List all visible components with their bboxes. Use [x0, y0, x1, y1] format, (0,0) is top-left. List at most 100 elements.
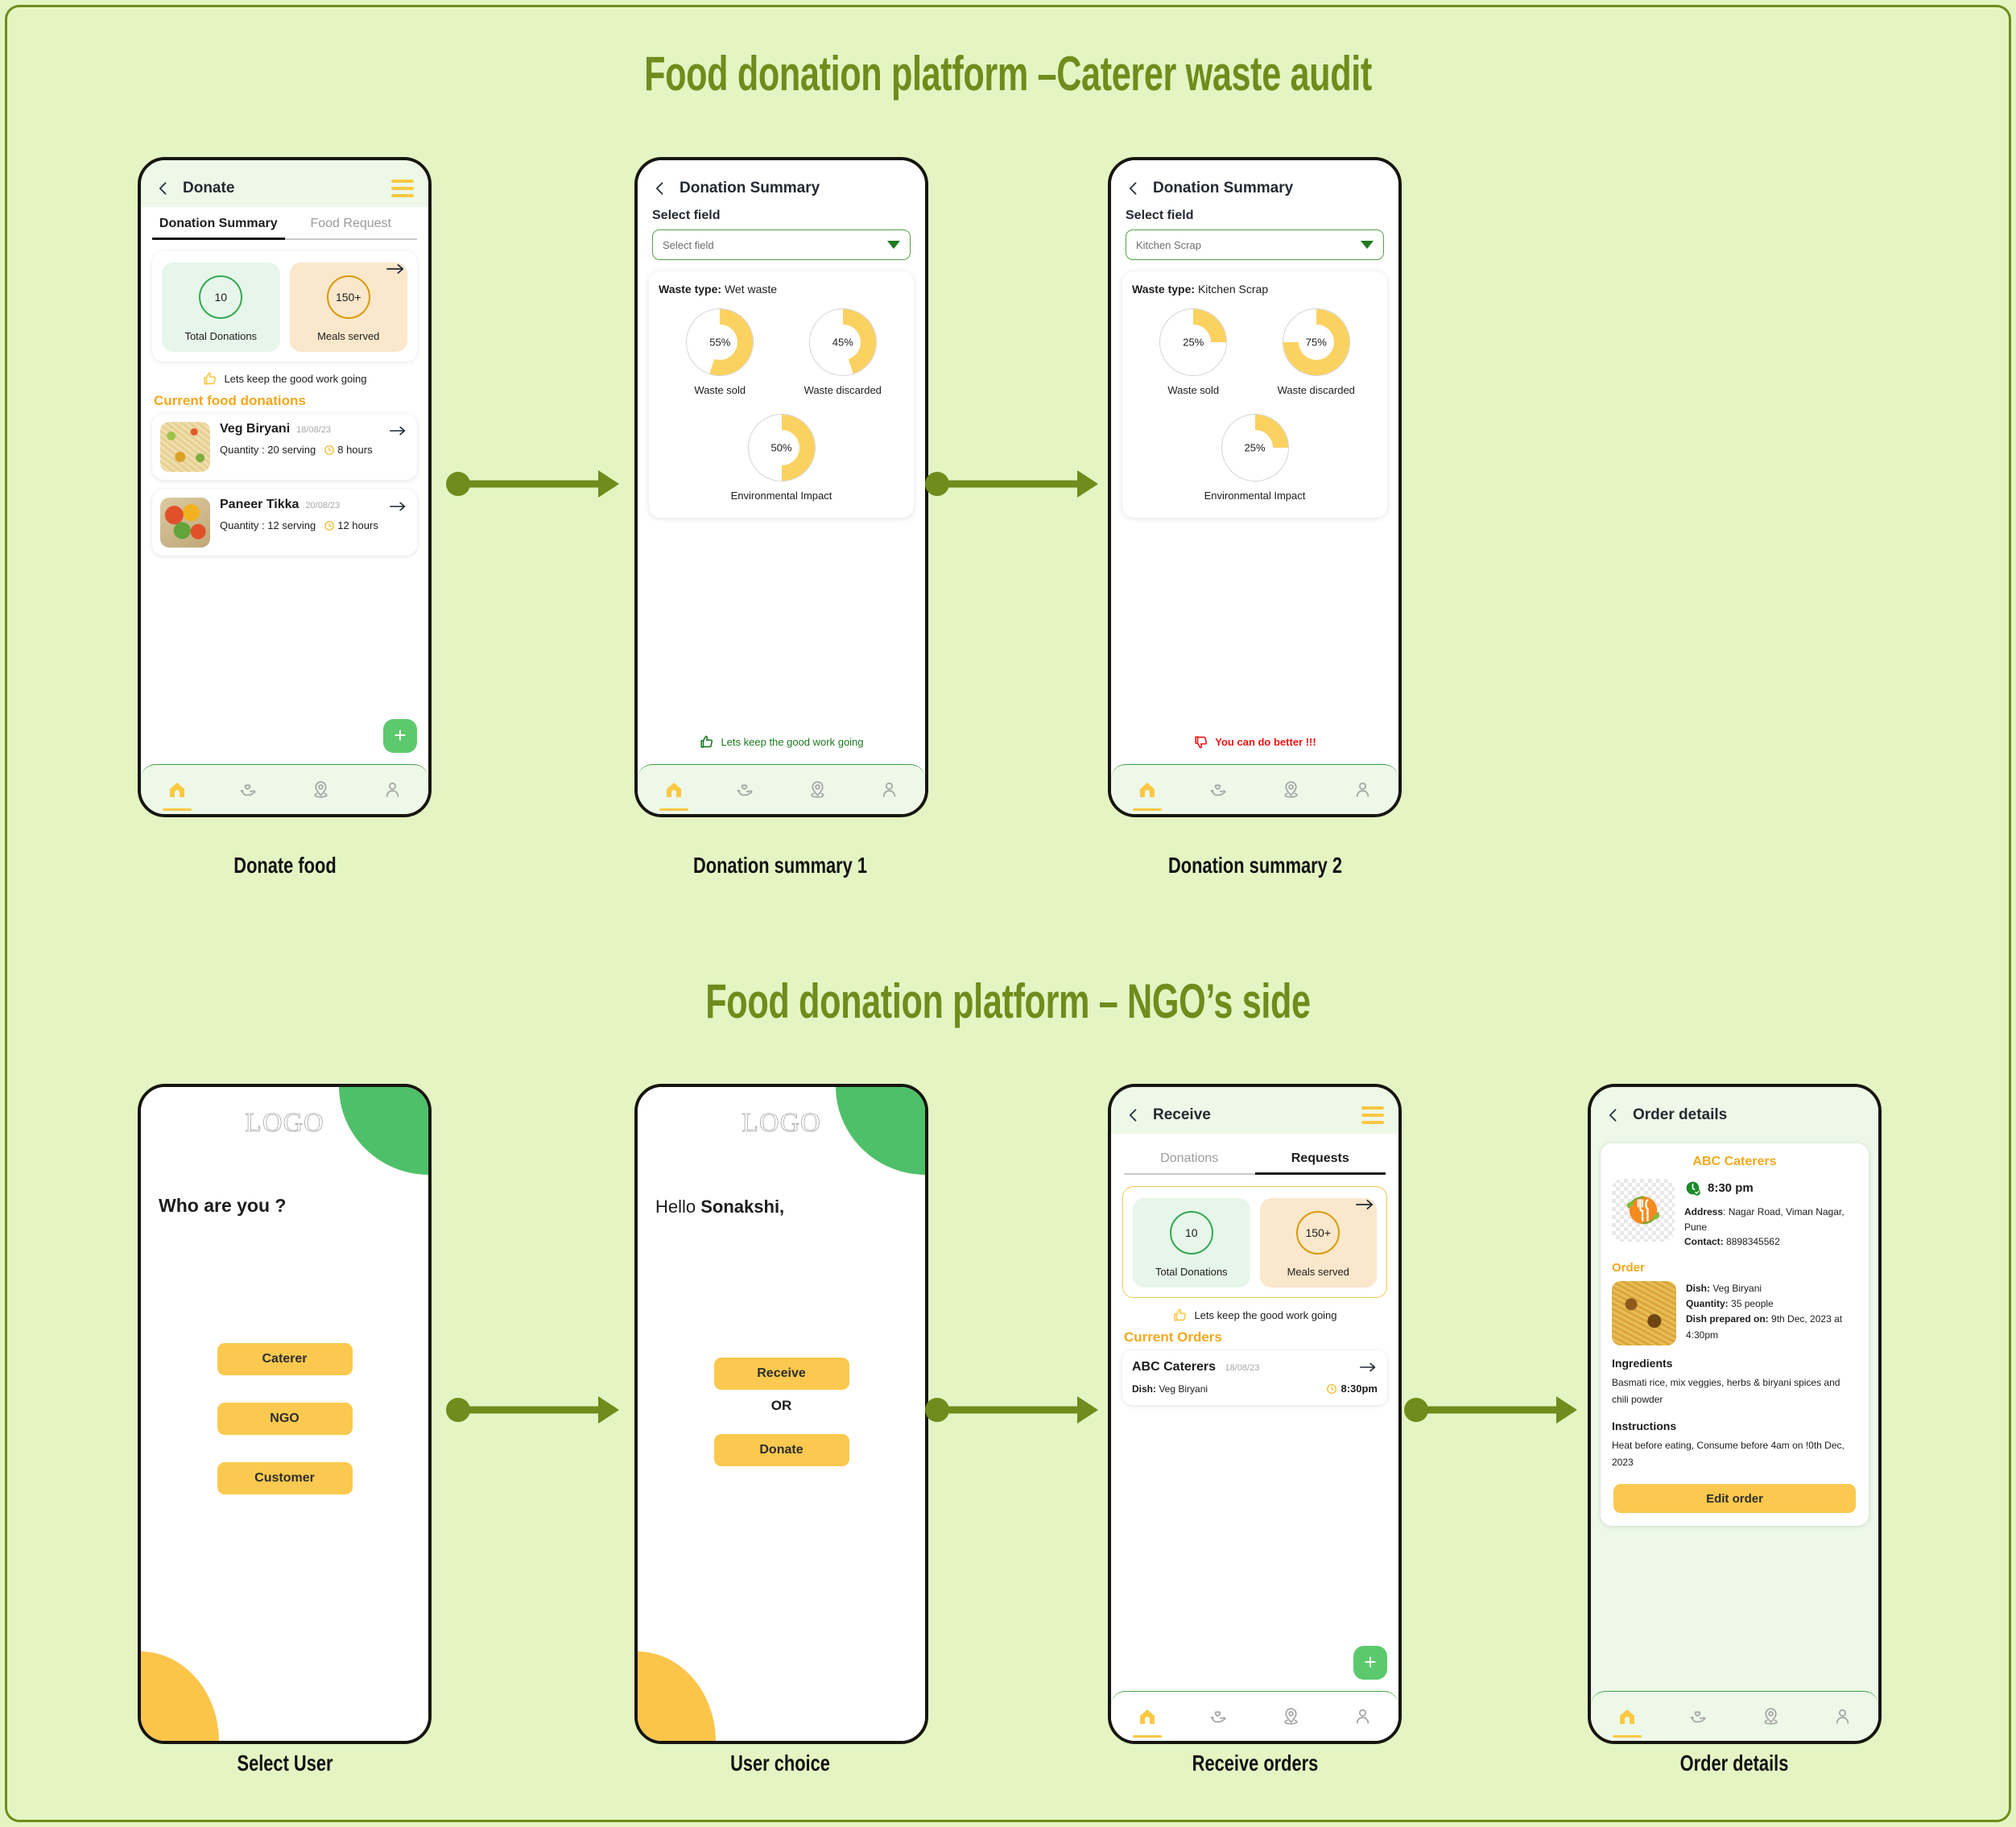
nav-home[interactable] [1131, 1703, 1163, 1738]
back-icon[interactable] [155, 180, 171, 196]
menu-icon[interactable] [1361, 1106, 1384, 1124]
nav-home[interactable] [658, 776, 690, 811]
arrow-right-icon[interactable] [386, 262, 404, 275]
list-item[interactable]: Paneer Tikka 20/08/23 Quantity : 12 serv… [152, 490, 417, 556]
order-list-item[interactable]: ABC Caterers 18/08/23 Dish: Veg Biryani … [1122, 1350, 1387, 1405]
tab-requests[interactable]: Requests [1254, 1151, 1386, 1175]
back-icon[interactable] [652, 180, 668, 196]
connector-line [1423, 1406, 1556, 1414]
donut-chart-row: 25% Waste sold 75% Waste discarded [1132, 308, 1378, 396]
donate-button[interactable]: Donate [713, 1434, 849, 1466]
hand-heart-icon [1211, 1711, 1226, 1723]
chart-waste-sold: 55% Waste sold [659, 308, 782, 396]
nav-home[interactable] [161, 776, 193, 811]
page-title: Order details [1633, 1106, 1728, 1123]
order-time: 8:30pm [1326, 1383, 1378, 1395]
logo: LOGO [245, 1108, 324, 1139]
nav-profile[interactable] [873, 776, 905, 804]
instructions-body: Heat before eating, Consume before 4am o… [1612, 1440, 1845, 1469]
nav-donate[interactable] [1203, 1703, 1235, 1730]
connector-arrowhead [598, 470, 619, 498]
list-item[interactable]: Veg Biryani 18/08/23 Quantity : 20 servi… [152, 414, 417, 480]
select-field-dropdown[interactable]: Kitchen Scrap [1126, 229, 1384, 260]
back-icon[interactable] [1605, 1107, 1621, 1123]
nav-location[interactable] [304, 776, 337, 804]
thumbs-up-icon [204, 372, 217, 385]
receive-button[interactable]: Receive [713, 1358, 849, 1390]
food-time: 8 hours [324, 444, 373, 456]
tab-donation-summary[interactable]: Donation Summary [152, 217, 285, 240]
bottom-navigation [1111, 1691, 1398, 1741]
role-button-ngo[interactable]: NGO [217, 1403, 353, 1435]
tab-food-request[interactable]: Food Request [284, 217, 417, 240]
back-icon[interactable] [1126, 180, 1142, 196]
quantity-value: 35 people [1731, 1298, 1774, 1310]
caterer-name: ABC Caterers [1692, 1155, 1777, 1168]
nav-home[interactable] [1611, 1703, 1643, 1738]
nav-profile[interactable] [376, 776, 408, 804]
select-field-dropdown[interactable]: Select field [652, 229, 911, 260]
clock-icon [1327, 1383, 1337, 1394]
order-date: 18/08/23 [1225, 1363, 1260, 1373]
location-pin-icon [1283, 1708, 1298, 1725]
section-title-ngo: Food donation platform – NGO’s side [705, 974, 1311, 1028]
donut-chart: 50% [747, 414, 816, 482]
donut-label: Environmental Impact [730, 490, 832, 502]
caption-select-user: Select User [237, 1751, 333, 1775]
edit-order-button[interactable]: Edit order [1613, 1484, 1856, 1514]
connector-arrow [1404, 1394, 1577, 1426]
appbar: Donation Summary [1111, 160, 1398, 207]
dish-line: Dish: Veg Biryani [1686, 1281, 1857, 1296]
add-request-fab[interactable]: + [1353, 1646, 1387, 1680]
nav-location[interactable] [1274, 1703, 1307, 1730]
add-donation-fab[interactable]: + [383, 719, 417, 753]
role-button-customer[interactable]: Customer [217, 1462, 353, 1494]
person-icon [1356, 1709, 1369, 1724]
pickup-time-value: 8:30 pm [1708, 1181, 1754, 1195]
nav-donate[interactable] [729, 776, 762, 804]
connector-arrow [925, 1394, 1098, 1426]
arrow-right-icon[interactable] [1360, 1362, 1376, 1373]
tab-donations[interactable]: Donations [1124, 1151, 1255, 1175]
or-divider: OR [770, 1398, 792, 1413]
address-line: Address: Nagar Road, Viman Nagar, Pune [1684, 1205, 1857, 1234]
donut-value: 25% [1244, 441, 1266, 454]
location-pin-icon [1283, 781, 1298, 798]
corner-decoration-yellow [141, 1651, 219, 1741]
caption-donation-summary-2: Donation summary 2 [1167, 853, 1343, 878]
contact-label: Contact: [1684, 1236, 1724, 1248]
appbar: Order details [1591, 1087, 1878, 1134]
plate-cutlery-icon [1626, 1196, 1660, 1225]
nav-location[interactable] [1754, 1703, 1787, 1730]
nav-location[interactable] [801, 776, 833, 804]
caption-order-details: Order details [1679, 1751, 1789, 1775]
nav-donate[interactable] [1683, 1703, 1715, 1730]
tab-bar: Donation Summary Food Request [141, 207, 428, 240]
arrow-right-icon[interactable] [390, 425, 406, 436]
nav-profile[interactable] [1346, 1703, 1378, 1730]
pickup-time: 8:30 pm [1684, 1179, 1857, 1197]
back-icon[interactable] [1126, 1107, 1142, 1123]
stats-card[interactable]: 10 Total Donations 150+ Meals served [152, 251, 417, 362]
nav-profile[interactable] [1346, 776, 1378, 804]
encouragement-text: Lets keep the good work going [224, 373, 367, 385]
nav-donate[interactable] [233, 776, 265, 804]
encouragement-text: Lets keep the good work going [1194, 1309, 1337, 1321]
nav-donate[interactable] [1203, 776, 1235, 804]
order-dish-label: Dish: [1132, 1383, 1156, 1395]
arrow-right-icon[interactable] [1356, 1198, 1374, 1211]
nav-home[interactable] [1131, 776, 1163, 811]
nav-location[interactable] [1274, 776, 1307, 804]
select-field-value: Kitchen Scrap [1136, 238, 1201, 251]
arrow-right-icon[interactable] [390, 501, 406, 512]
donut-chart: 45% [808, 308, 877, 376]
section-title-caterer: Food donation platform –Caterer waste au… [644, 47, 1372, 101]
stat-label: Meals served [1287, 1266, 1349, 1278]
donut-value: 50% [770, 441, 792, 454]
menu-icon[interactable] [391, 180, 414, 197]
stats-card[interactable]: 10 Total Donations 150+ Meals served [1122, 1186, 1387, 1298]
nav-profile[interactable] [1826, 1703, 1858, 1730]
greeting-prefix: Hello [655, 1197, 701, 1217]
role-button-caterer[interactable]: Caterer [217, 1343, 353, 1375]
chart-waste-sold: 25% Waste sold [1132, 308, 1255, 396]
